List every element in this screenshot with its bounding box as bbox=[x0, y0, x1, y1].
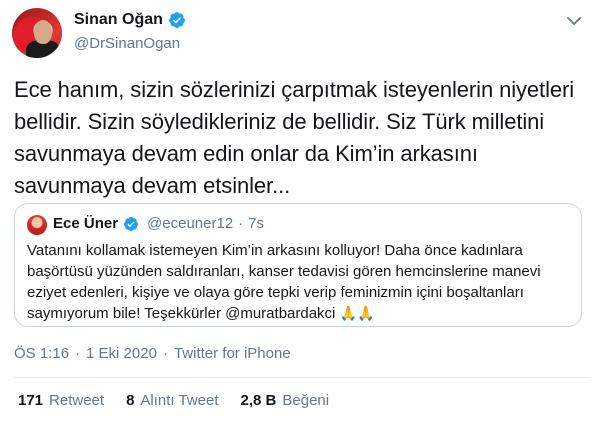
likes-stat[interactable]: 2,8 B Beğeni bbox=[241, 392, 330, 409]
author-name-row: Sinan Oğan bbox=[74, 11, 186, 29]
author-display-name[interactable]: Sinan Oğan bbox=[74, 11, 163, 29]
meta-separator: · bbox=[162, 345, 168, 362]
tweet-date[interactable]: 1 Eki 2020 bbox=[86, 345, 157, 362]
meta-separator: · bbox=[75, 345, 81, 362]
tweet-card: Sinan Oğan @DrSinanOgan Ece hanım, sizin… bbox=[0, 0, 603, 428]
author-handle[interactable]: @DrSinanOgan bbox=[74, 35, 180, 52]
quotes-label: Alıntı Tweet bbox=[140, 392, 219, 409]
quoted-time: 7s bbox=[248, 215, 265, 232]
chevron-down-icon[interactable] bbox=[566, 15, 582, 27]
author-avatar[interactable] bbox=[12, 8, 62, 58]
retweets-stat[interactable]: 171 Retweet bbox=[18, 392, 104, 409]
retweets-label: Retweet bbox=[49, 392, 105, 409]
verified-badge-icon bbox=[124, 216, 139, 231]
tweet-meta: ÖS 1:16 · 1 Eki 2020 · Twitter for iPhon… bbox=[14, 345, 291, 362]
quoted-tweet-body: Vatanını kollamak istemeyen Kim’in arkas… bbox=[27, 242, 541, 322]
quoted-tweet-text: Vatanını kollamak istemeyen Kim’in arkas… bbox=[27, 240, 575, 324]
avatar-face bbox=[34, 20, 52, 44]
quoted-tweet-header: Ece Üner @eceuner12 · 7s bbox=[53, 215, 264, 232]
verified-badge-icon bbox=[169, 12, 185, 28]
quoted-author-handle: @eceuner12 bbox=[147, 215, 234, 232]
quoted-tweet[interactable]: Ece Üner @eceuner12 · 7s Vatanını kollam… bbox=[14, 203, 582, 327]
tweet-time[interactable]: ÖS 1:16 bbox=[14, 345, 69, 362]
quotes-count: 8 bbox=[126, 392, 135, 409]
stats-divider bbox=[14, 377, 590, 378]
likes-label: Beğeni bbox=[282, 392, 330, 409]
likes-count: 2,8 B bbox=[240, 392, 277, 409]
pray-emoji-icon: 🙏🙏 bbox=[339, 305, 375, 321]
tweet-text: Ece hanım, sizin sözlerinizi çarpıtmak i… bbox=[14, 77, 575, 198]
quote-tweets-stat[interactable]: 8 Alıntı Tweet bbox=[126, 392, 218, 409]
retweets-count: 171 bbox=[18, 392, 44, 409]
quoted-separator: · bbox=[238, 215, 244, 232]
quoted-author-avatar bbox=[27, 215, 47, 235]
quoted-author-name: Ece Üner bbox=[53, 215, 119, 232]
tweet-source[interactable]: Twitter for iPhone bbox=[174, 345, 291, 362]
tweet-stats: 171 Retweet 8 Alıntı Tweet 2,8 B Beğeni bbox=[18, 392, 351, 409]
